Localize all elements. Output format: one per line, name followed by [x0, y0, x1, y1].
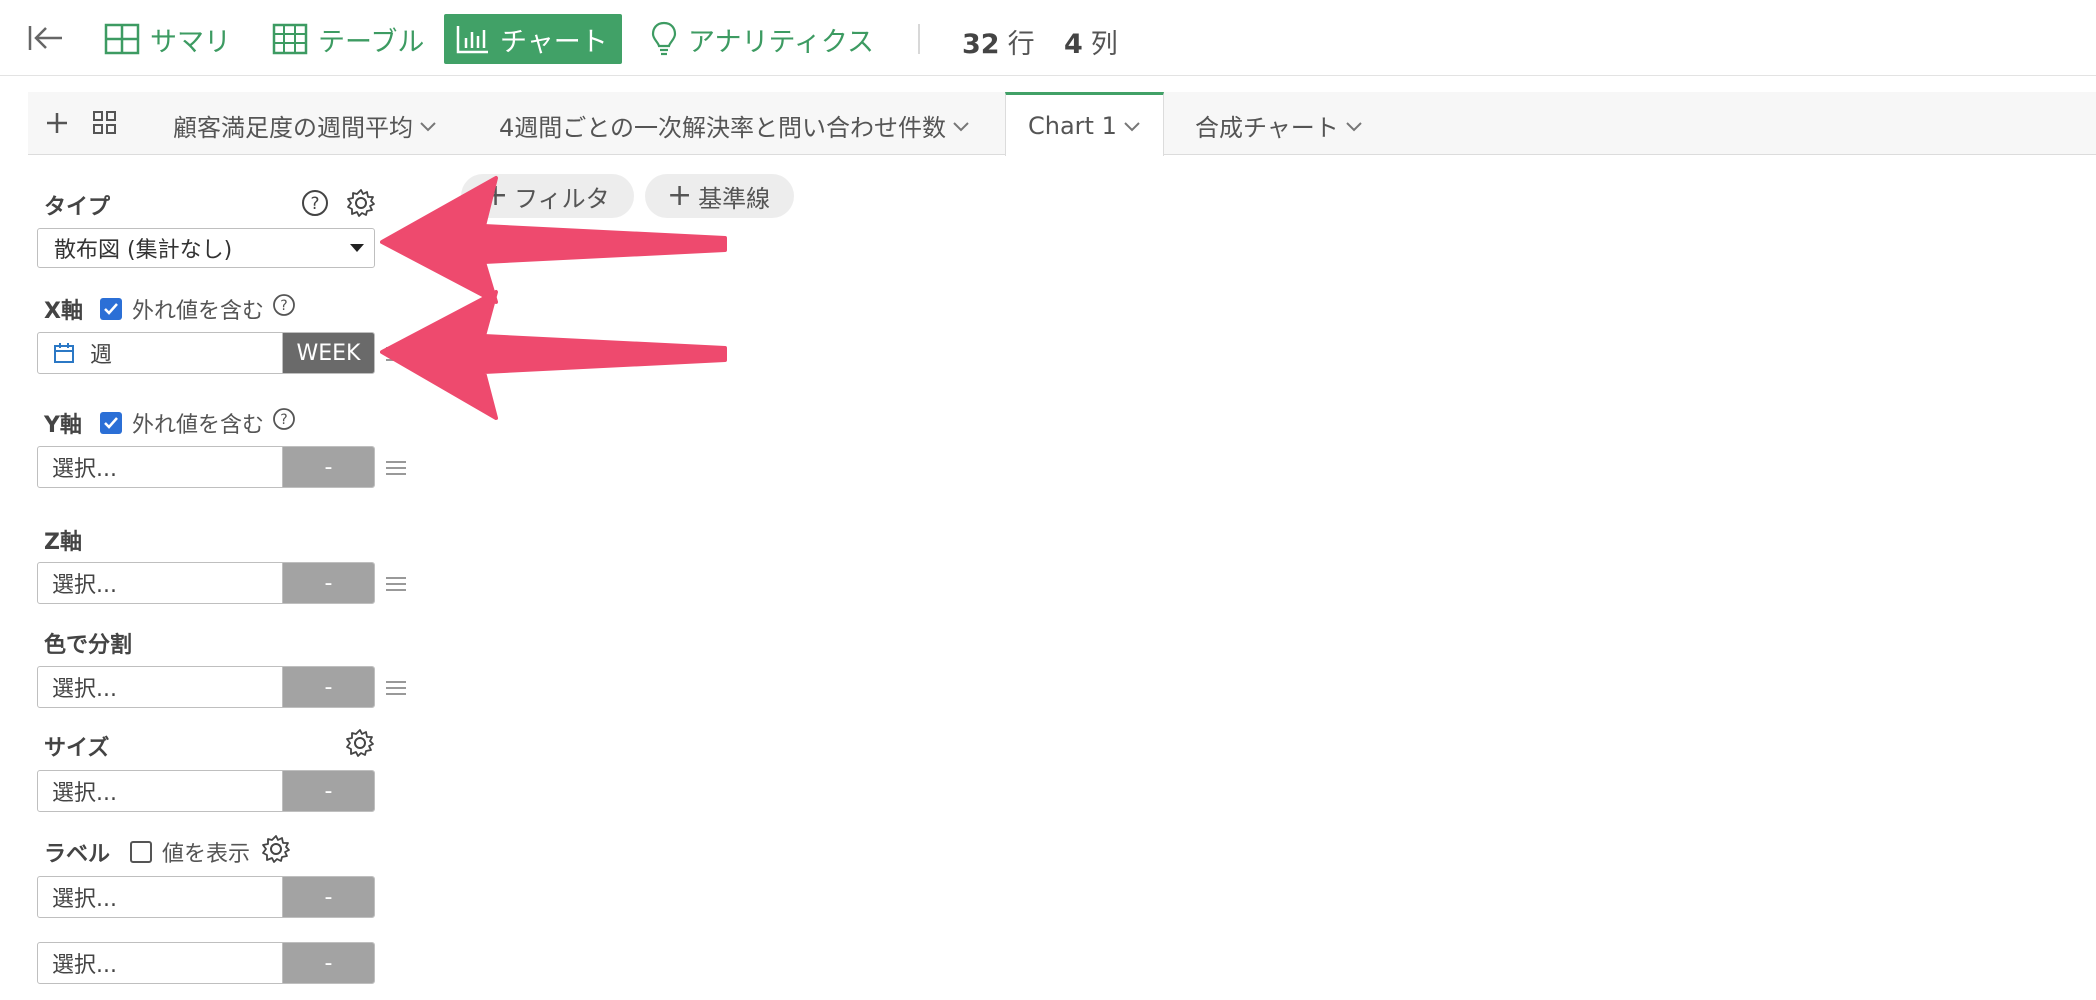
svg-text:?: ?	[280, 412, 287, 428]
y-axis-label: Y軸	[44, 413, 82, 438]
z-axis-aggregate-button[interactable]: -	[283, 563, 374, 603]
nav-summary[interactable]: サマリ	[92, 14, 245, 64]
y-axis-field[interactable]: 選択... -	[37, 446, 375, 488]
svg-text:?: ?	[280, 298, 287, 314]
top-toolbar: サマリ テーブル チャート アナリティクス 32 行 4列	[0, 0, 2096, 76]
size-label: サイズ	[44, 736, 110, 761]
checkbox-checked-icon[interactable]	[100, 298, 122, 320]
label-field[interactable]: 選択... -	[37, 876, 375, 918]
tab-label: Chart 1	[1028, 111, 1117, 140]
column-count-value: 4	[1064, 29, 1083, 60]
x-axis-field-value: 週	[90, 343, 113, 368]
help-icon[interactable]: ?	[272, 407, 296, 435]
collapse-back-icon[interactable]	[26, 18, 68, 58]
y-axis-aggregate-button[interactable]: -	[283, 447, 374, 487]
checkbox-unchecked-icon[interactable]	[130, 841, 152, 863]
x-axis-outlier-checkbox[interactable]: 外れ値を含む	[100, 293, 264, 325]
table-icon	[272, 23, 308, 55]
annotation-arrow-icon	[380, 290, 727, 420]
nav-analytics-label: アナリティクス	[688, 26, 875, 58]
nav-chart-label: チャート	[500, 26, 608, 58]
nav-analytics[interactable]: アナリティクス	[638, 14, 888, 64]
x-axis-field-name[interactable]: 週	[38, 333, 283, 373]
drag-handle-icon[interactable]	[386, 680, 406, 696]
nav-chart[interactable]: チャート	[444, 14, 622, 64]
extra-aggregate-button[interactable]: -	[283, 943, 374, 983]
column-count: 4列	[1064, 22, 1118, 61]
x-axis-granularity-button[interactable]: WEEK	[283, 333, 374, 373]
x-axis-label: X軸	[44, 299, 83, 324]
nav-table[interactable]: テーブル	[260, 14, 438, 64]
size-field[interactable]: 選択... -	[37, 770, 375, 812]
x-axis-outlier-label: 外れ値を含む	[132, 299, 265, 324]
tab-composite-chart[interactable]: 合成チャート	[1195, 108, 1363, 143]
chevron-down-icon	[420, 121, 436, 131]
label-aggregate-button[interactable]: -	[283, 877, 374, 917]
chevron-down-icon	[953, 121, 969, 131]
row-count-value: 32	[962, 29, 1000, 60]
chart-type-value: 散布図 (集計なし)	[54, 238, 233, 263]
y-axis-outlier-label: 外れ値を含む	[132, 413, 265, 438]
chart-type-select[interactable]: 散布図 (集計なし)	[37, 228, 375, 268]
caret-down-icon	[350, 244, 364, 252]
gear-icon[interactable]	[261, 834, 291, 868]
gear-icon[interactable]	[346, 188, 376, 222]
show-values-checkbox[interactable]: 値を表示	[130, 836, 250, 868]
chevron-down-icon	[1346, 121, 1362, 131]
add-tab-icon[interactable]	[40, 106, 74, 140]
z-axis-field-select[interactable]: 選択...	[38, 563, 283, 603]
grid-icon	[104, 23, 140, 55]
type-label: タイプ	[44, 195, 111, 220]
tab-grid-view-icon[interactable]	[88, 106, 122, 140]
y-axis-outlier-checkbox[interactable]: 外れ値を含む	[100, 407, 264, 439]
gear-icon[interactable]	[345, 728, 375, 762]
lightbulb-icon	[651, 21, 677, 56]
color-split-label: 色で分割	[44, 633, 133, 658]
label-section-label: ラベル	[44, 842, 111, 867]
drag-handle-icon[interactable]	[386, 576, 406, 592]
size-aggregate-button[interactable]: -	[283, 771, 374, 811]
tab-first-contact-resolution[interactable]: 4週間ごとの一次解決率と問い合わせ件数	[499, 108, 970, 143]
color-split-aggregate-button[interactable]: -	[283, 667, 374, 707]
size-field-select[interactable]: 選択...	[38, 771, 283, 811]
extra-field[interactable]: 選択... -	[37, 942, 375, 984]
nav-summary-label: サマリ	[150, 26, 231, 58]
tab-label: 4週間ごとの一次解決率と問い合わせ件数	[499, 114, 947, 142]
tab-weekly-satisfaction[interactable]: 顧客満足度の週間平均	[173, 108, 437, 143]
extra-field-select[interactable]: 選択...	[38, 943, 283, 983]
help-icon[interactable]: ?	[272, 293, 296, 321]
color-split-field-select[interactable]: 選択...	[38, 667, 283, 707]
chart-tab-bar: 顧客満足度の週間平均 4週間ごとの一次解決率と問い合わせ件数 Chart 1 合…	[28, 92, 2096, 156]
nav-table-label: テーブル	[318, 26, 425, 58]
tab-label: 顧客満足度の週間平均	[173, 114, 413, 142]
bar-chart-icon	[456, 26, 488, 54]
checkbox-checked-icon[interactable]	[100, 412, 122, 434]
calendar-icon	[54, 343, 74, 363]
toolbar-divider	[918, 24, 920, 54]
z-axis-label: Z軸	[44, 530, 82, 555]
tab-chart-1[interactable]: Chart 1	[1005, 92, 1164, 156]
row-count: 32 行	[962, 22, 1035, 61]
z-axis-field[interactable]: 選択... -	[37, 562, 375, 604]
drag-handle-icon[interactable]	[386, 460, 406, 476]
column-count-unit: 列	[1090, 29, 1118, 60]
show-values-label: 値を表示	[162, 842, 251, 867]
tab-label: 合成チャート	[1195, 114, 1339, 142]
chevron-down-icon	[1124, 121, 1140, 131]
color-split-field[interactable]: 選択... -	[37, 666, 375, 708]
help-icon[interactable]: ?	[301, 189, 329, 221]
label-field-select[interactable]: 選択...	[38, 877, 283, 917]
x-axis-field[interactable]: 週 WEEK	[37, 332, 375, 374]
svg-text:?: ?	[310, 194, 319, 214]
y-axis-field-select[interactable]: 選択...	[38, 447, 283, 487]
row-count-unit: 行	[1007, 29, 1035, 60]
